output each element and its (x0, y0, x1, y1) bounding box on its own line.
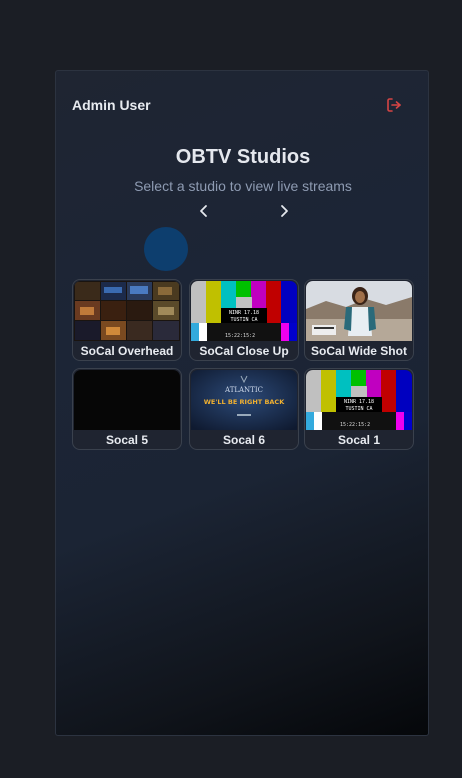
bars-text-2: TUSTIN CA (230, 317, 257, 323)
stream-label: Socal 6 (222, 433, 266, 447)
page-title: OBTV Studios (175, 146, 311, 168)
logout-icon[interactable] (386, 97, 402, 113)
user-name: Admin User (72, 97, 151, 113)
carousel-indicator (144, 227, 188, 271)
bars-text-2: TUSTIN CA (345, 406, 372, 412)
stream-label: SoCal Wide Shot (311, 344, 407, 358)
slate-brand: ATLANTIC (224, 386, 263, 394)
studio-panel: Admin User OBTV Studios Select a studio … (55, 70, 429, 736)
page-subtitle: Select a studio to view live streams (134, 178, 352, 194)
stream-thumbnail (74, 281, 180, 341)
stream-thumbnail: ATLANTIC WE'LL BE RIGHT BACK (191, 370, 297, 430)
stream-thumbnail (306, 281, 412, 341)
slate-message: WE'LL BE RIGHT BACK (204, 398, 285, 406)
bars-text-1: NINR 17.18 (344, 399, 374, 405)
stream-label: Socal 1 (337, 433, 381, 447)
stream-label: SoCal Close Up (199, 344, 289, 358)
stream-label: Socal 5 (105, 433, 149, 447)
stream-label: SoCal Overhead (80, 344, 174, 358)
stream-tile-socal-close-up[interactable]: NINR 17.18 TUSTIN CA 15:22:15:2 SoCal Cl… (189, 279, 299, 361)
bars-text-3: 15:22:15:2 (340, 422, 370, 428)
stream-thumbnail: NINR 17.18 TUSTIN CA 15:22:15:2 (306, 370, 412, 430)
stream-thumbnail: NINR 17.18 TUSTIN CA 15:22:15:2 (191, 281, 297, 341)
stream-tile-socal-wide-shot[interactable]: SoCal Wide Shot (304, 279, 414, 361)
stream-thumbnail (74, 370, 180, 430)
stream-tile-socal-overhead[interactable]: SoCal Overhead (72, 279, 182, 361)
bars-text-3: 15:22:15:2 (225, 333, 255, 339)
stream-tile-socal-5[interactable]: Socal 5 (72, 368, 182, 450)
chevron-right-icon[interactable] (276, 203, 292, 219)
stream-tile-socal-6[interactable]: ATLANTIC WE'LL BE RIGHT BACK Socal 6 (189, 368, 299, 450)
bars-text-1: NINR 17.18 (229, 310, 259, 316)
chevron-left-icon[interactable] (196, 203, 212, 219)
stream-tile-socal-1[interactable]: NINR 17.18 TUSTIN CA 15:22:15:2 Socal 1 (304, 368, 414, 450)
